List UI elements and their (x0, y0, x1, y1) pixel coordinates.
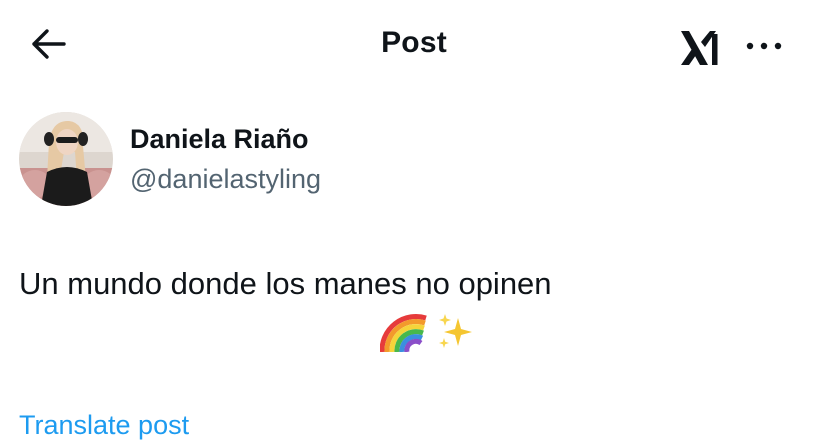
avatar-photo (19, 112, 113, 206)
author-handle[interactable]: @danielastyling (130, 164, 321, 195)
grok-logo-icon (681, 31, 718, 65)
author-name[interactable]: Daniela Riaño (130, 124, 309, 155)
back-button[interactable] (26, 24, 72, 64)
top-bar: Post (0, 0, 828, 92)
grok-button[interactable] (676, 26, 724, 70)
more-options-button[interactable] (740, 28, 788, 64)
post-text: Un mundo donde los manes no opinen (19, 266, 552, 301)
more-dots-icon (746, 42, 782, 50)
translate-post-link[interactable]: Translate post (19, 410, 189, 441)
rainbow-icon (380, 313, 427, 352)
arrow-left-icon (32, 29, 66, 59)
post-emojis (380, 312, 476, 352)
sparkles-icon (439, 314, 472, 348)
avatar[interactable] (19, 112, 113, 206)
